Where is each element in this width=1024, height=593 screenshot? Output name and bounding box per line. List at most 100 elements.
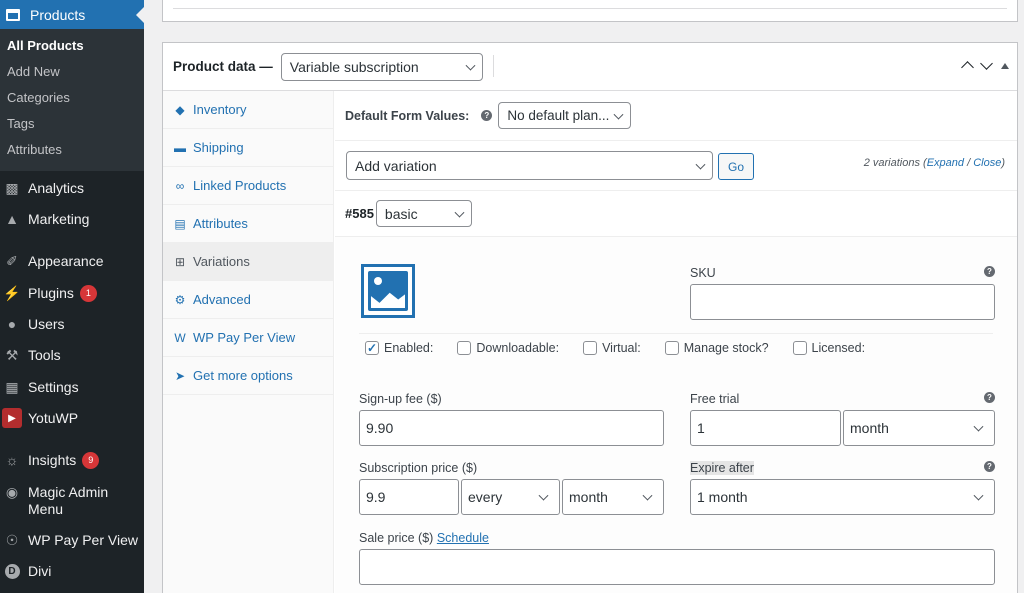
default-plan-select[interactable]: No default plan... bbox=[498, 102, 632, 129]
menu-plugins[interactable]: ⚡ Plugins 1 bbox=[0, 285, 144, 302]
free-trial-input[interactable]: 1 bbox=[690, 410, 841, 446]
tab-inventory[interactable]: ◆ Inventory bbox=[163, 91, 333, 129]
chevron-down-icon bbox=[465, 60, 476, 71]
move-up-icon[interactable] bbox=[961, 61, 974, 74]
metabox-controls bbox=[961, 57, 1009, 74]
billing-interval-select[interactable]: every bbox=[461, 479, 560, 515]
insights-badge: 9 bbox=[82, 452, 100, 469]
variation-actions-row: Add variation Go 2 variations (Expand / … bbox=[335, 141, 1017, 191]
tab-attributes[interactable]: ▤ Attributes bbox=[163, 205, 333, 243]
menu-settings[interactable]: ▦ Settings bbox=[0, 379, 144, 396]
help-icon[interactable]: ? bbox=[984, 392, 995, 403]
expire-after-label: Expire after bbox=[690, 461, 754, 475]
chevron-down-icon bbox=[538, 490, 549, 501]
collapse-toggle-icon[interactable] bbox=[1001, 59, 1009, 69]
close-link[interactable]: Close bbox=[973, 157, 1001, 169]
schedule-link[interactable]: Schedule bbox=[437, 531, 489, 545]
virtual-checkbox[interactable]: Virtual: bbox=[583, 341, 641, 355]
menu-wp-pay-per-view[interactable]: ☉ WP Pay Per View bbox=[0, 532, 144, 549]
user-icon: ● bbox=[7, 316, 17, 332]
billing-period-select[interactable]: month bbox=[562, 479, 664, 515]
subscription-price-label: Subscription price ($) bbox=[359, 461, 478, 475]
divi-icon: D bbox=[4, 563, 20, 579]
product-data-tabs: ◆ Inventory ▬ Shipping ∞ Linked Products… bbox=[163, 91, 334, 593]
product-data-header: Product data — Variable subscription bbox=[163, 43, 1017, 91]
menu-magic-admin[interactable]: ◉ Magic Admin Menu bbox=[0, 484, 120, 518]
tab-wp-pay-per-view[interactable]: W WP Pay Per View bbox=[163, 319, 333, 357]
plugin-icon: ➤ bbox=[174, 368, 186, 383]
tab-advanced[interactable]: ⚙ Advanced bbox=[163, 281, 333, 319]
menu-divi[interactable]: D Divi bbox=[0, 563, 144, 580]
table-icon: ▤ bbox=[174, 216, 186, 231]
menu-analytics[interactable]: ▩ Analytics bbox=[0, 180, 144, 197]
menu-insights[interactable]: ☼ Insights 9 bbox=[0, 452, 144, 469]
image-placeholder-icon bbox=[368, 271, 408, 311]
help-icon[interactable]: ? bbox=[481, 110, 493, 121]
sale-price-label: Sale price ($) Schedule bbox=[359, 531, 489, 545]
variation-header-row: #585 basic bbox=[335, 191, 1017, 237]
sku-label: SKU bbox=[690, 266, 716, 280]
tag-icon: ◆ bbox=[175, 102, 185, 117]
submenu-all-products[interactable]: All Products bbox=[0, 33, 144, 59]
submenu-add-new[interactable]: Add New bbox=[0, 59, 144, 85]
archive-icon bbox=[6, 8, 20, 21]
truck-icon: ▬ bbox=[174, 140, 186, 155]
chevron-down-icon bbox=[642, 490, 653, 501]
tab-shipping[interactable]: ▬ Shipping bbox=[163, 129, 333, 167]
downloadable-checkbox[interactable]: Downloadable: bbox=[457, 341, 559, 355]
sale-price-input[interactable] bbox=[359, 549, 995, 585]
eye-icon: ☉ bbox=[5, 531, 19, 548]
submenu-tags[interactable]: Tags bbox=[0, 111, 144, 137]
go-button[interactable]: Go bbox=[718, 153, 754, 180]
licensed-checkbox[interactable]: Licensed: bbox=[792, 341, 865, 355]
submenu-categories[interactable]: Categories bbox=[0, 85, 144, 111]
magic-icon: ◉ bbox=[5, 483, 19, 500]
youtube-icon: ▶ bbox=[2, 408, 22, 428]
tab-variations[interactable]: ⊞ Variations bbox=[163, 243, 333, 281]
w-icon: W bbox=[174, 330, 186, 345]
checkbox-checked-icon: ✓ bbox=[365, 341, 379, 355]
signup-fee-input[interactable]: 9.90 bbox=[359, 410, 664, 446]
expire-after-select[interactable]: 1 month bbox=[690, 479, 995, 515]
help-icon[interactable]: ? bbox=[984, 266, 995, 277]
variation-form: SKU ? ✓ Enabled: Downloadable: Virtual: bbox=[335, 237, 1017, 593]
submenu-attributes[interactable]: Attributes bbox=[0, 137, 144, 163]
menu-products[interactable]: Products bbox=[0, 0, 144, 29]
help-icon[interactable]: ? bbox=[984, 461, 995, 472]
menu-users[interactable]: ● Users bbox=[0, 316, 144, 333]
plugins-update-badge: 1 bbox=[79, 285, 97, 302]
previous-metabox bbox=[162, 0, 1018, 22]
product-type-select[interactable]: Variable subscription bbox=[280, 52, 483, 81]
menu-tools[interactable]: ⚒ Tools bbox=[0, 347, 144, 364]
variation-options: ✓ Enabled: Downloadable: Virtual: Manage… bbox=[365, 341, 889, 355]
variation-image-upload[interactable] bbox=[361, 264, 415, 318]
chevron-down-icon bbox=[454, 207, 465, 218]
enabled-checkbox[interactable]: ✓ Enabled: bbox=[365, 341, 433, 355]
menu-yotuwp[interactable]: ▶ YotuWP bbox=[0, 408, 144, 428]
expand-link[interactable]: Expand bbox=[927, 157, 964, 169]
variation-id: #585 bbox=[345, 206, 374, 221]
admin-sidebar: Products All Products Add New Categories… bbox=[0, 0, 144, 593]
variation-action-select[interactable]: Add variation bbox=[346, 151, 713, 180]
paintbrush-icon: ✐ bbox=[6, 252, 18, 269]
tab-linked-products[interactable]: ∞ Linked Products bbox=[163, 167, 333, 205]
move-down-icon[interactable] bbox=[980, 57, 993, 70]
tab-get-more-options[interactable]: ➤ Get more options bbox=[163, 357, 333, 395]
variations-panel: Default Form Values: ? No default plan..… bbox=[335, 91, 1017, 593]
grid-icon: ⊞ bbox=[174, 254, 186, 269]
settings-icon: ▦ bbox=[5, 378, 19, 395]
wrench-icon: ⚒ bbox=[5, 346, 19, 363]
gear-icon: ⚙ bbox=[174, 292, 186, 307]
subscription-price-input[interactable]: 9.9 bbox=[359, 479, 459, 515]
variation-attribute-select[interactable]: basic bbox=[375, 200, 472, 227]
variations-count: 2 variations (Expand / Close) bbox=[863, 157, 1005, 169]
menu-appearance[interactable]: ✐ Appearance bbox=[0, 253, 144, 270]
free-trial-period-select[interactable]: month bbox=[843, 410, 995, 446]
link-icon: ∞ bbox=[175, 178, 185, 193]
manage-stock-checkbox[interactable]: Manage stock? bbox=[664, 341, 769, 355]
products-submenu: All Products Add New Categories Tags Att… bbox=[0, 29, 144, 171]
sku-input[interactable] bbox=[690, 284, 995, 320]
chevron-down-icon bbox=[973, 490, 984, 501]
megaphone-icon: ▲ bbox=[5, 211, 19, 227]
menu-marketing[interactable]: ▲ Marketing bbox=[0, 211, 144, 228]
